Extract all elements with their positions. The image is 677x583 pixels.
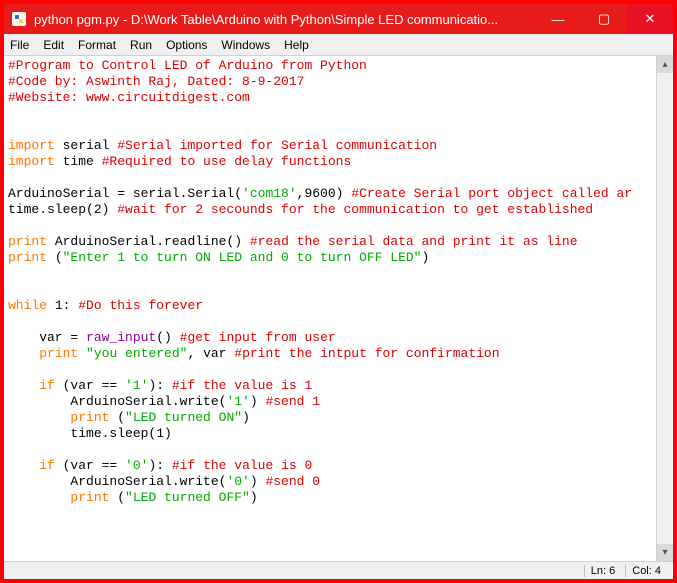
menubar: File Edit Format Run Options Windows Hel…: [4, 34, 673, 56]
menu-windows[interactable]: Windows: [221, 38, 270, 52]
menu-run[interactable]: Run: [130, 38, 152, 52]
window-title: python pgm.py - D:\Work Table\Arduino wi…: [34, 12, 535, 27]
titlebar: python pgm.py - D:\Work Table\Arduino wi…: [4, 4, 673, 34]
menu-file[interactable]: File: [10, 38, 29, 52]
statusbar: Ln: 6 Col: 4: [4, 561, 673, 579]
scroll-down-icon[interactable]: ▾: [657, 544, 673, 561]
code-editor[interactable]: #Program to Control LED of Arduino from …: [4, 56, 656, 561]
menu-options[interactable]: Options: [166, 38, 207, 52]
scroll-up-icon[interactable]: ▴: [657, 56, 673, 73]
vertical-scrollbar[interactable]: ▴ ▾: [656, 56, 673, 561]
menu-help[interactable]: Help: [284, 38, 309, 52]
status-column: Col: 4: [625, 565, 667, 577]
python-idle-icon: [10, 10, 28, 28]
status-line: Ln: 6: [584, 565, 621, 577]
menu-edit[interactable]: Edit: [43, 38, 64, 52]
maximize-button[interactable]: ▢: [581, 4, 627, 34]
minimize-button[interactable]: —: [535, 4, 581, 34]
menu-format[interactable]: Format: [78, 38, 116, 52]
close-button[interactable]: ✕: [627, 4, 673, 34]
